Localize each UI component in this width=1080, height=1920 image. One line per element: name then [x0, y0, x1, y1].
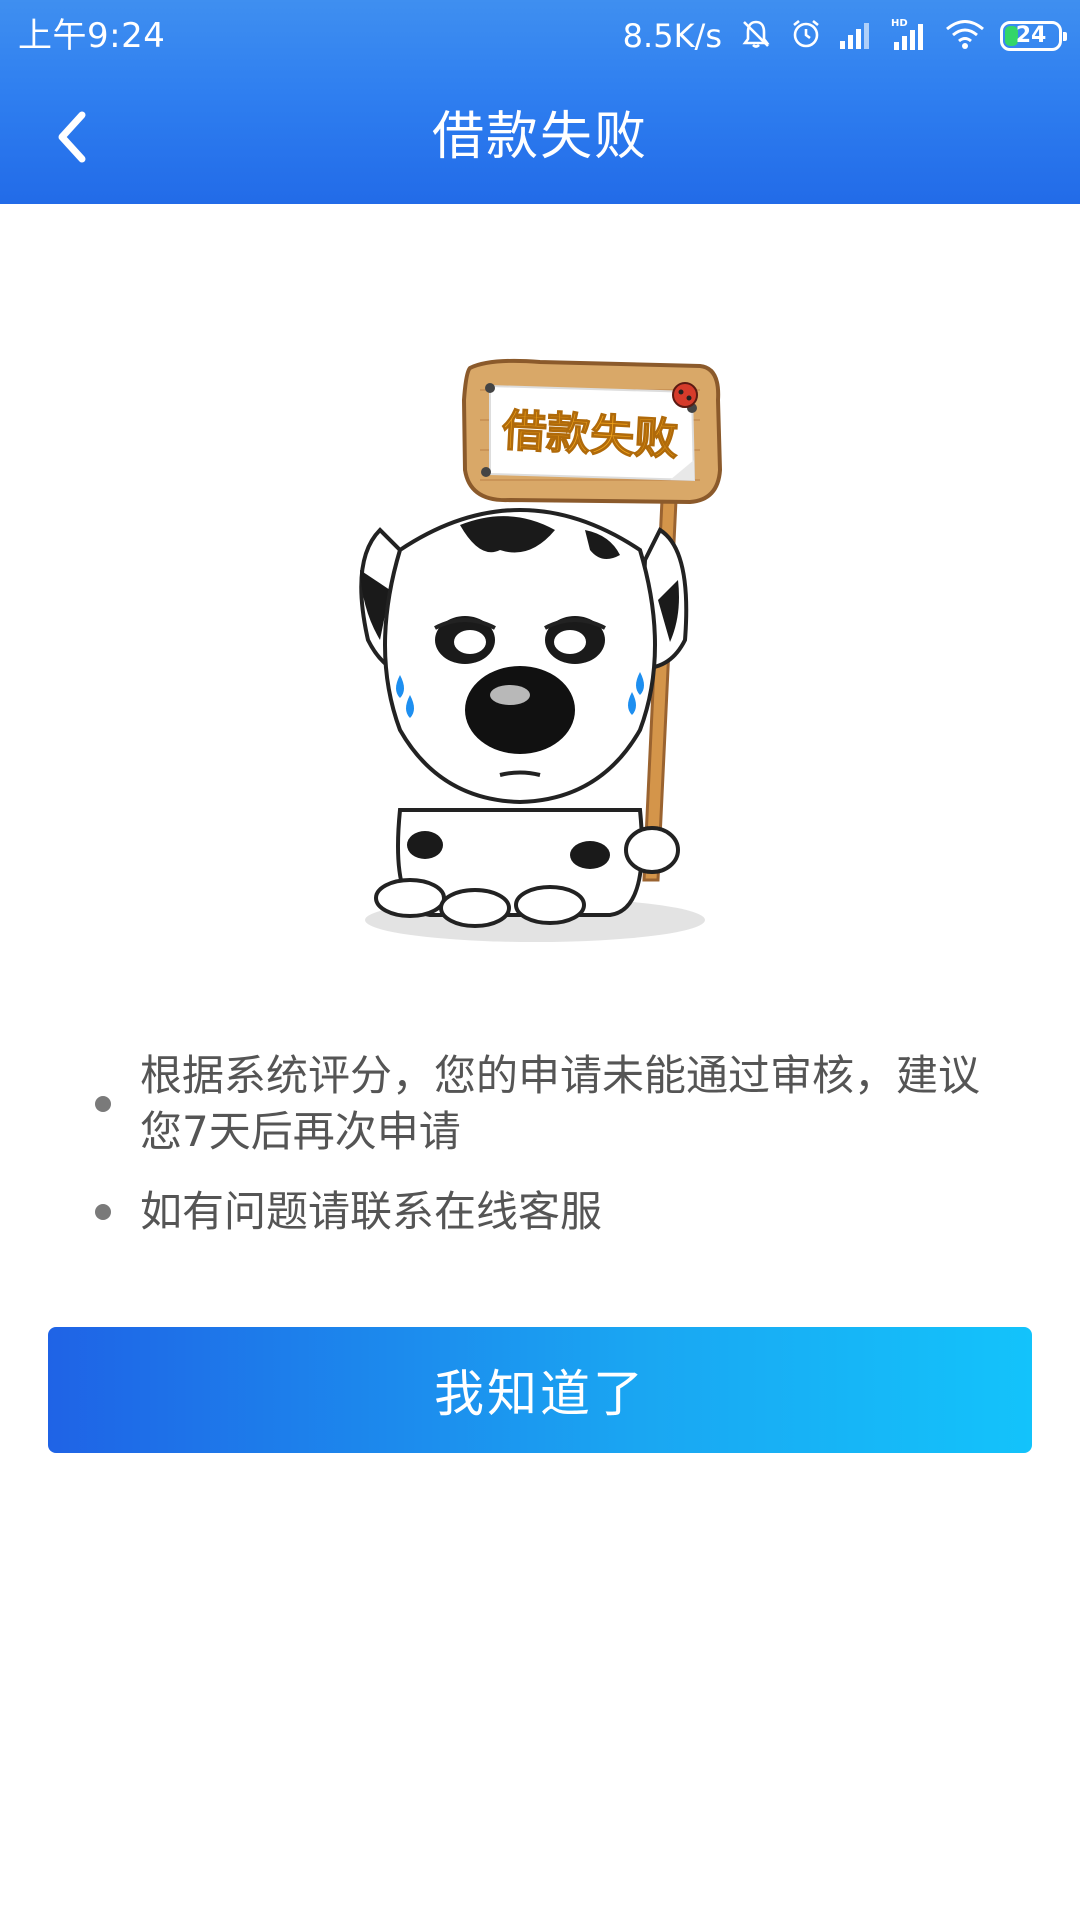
crying-dog-illustration: 借款失败: [340, 350, 840, 950]
dog-head: [359, 508, 689, 805]
hd-signal-icon: HD: [890, 16, 930, 56]
wifi-icon: [944, 17, 986, 55]
page-title: 借款失败: [431, 107, 648, 167]
battery-icon: 24: [1000, 21, 1067, 51]
bullet-icon: [95, 1096, 111, 1112]
confirm-button-label: 我知道了: [434, 1365, 646, 1423]
status-bar: 上午9:24 8.5K/s HD 24: [0, 0, 1080, 74]
status-icons: 8.5K/s HD 24: [622, 14, 1067, 58]
bullet-icon: [95, 1204, 111, 1220]
page: 上午9:24 8.5K/s HD 24 借款失败 借款失败 根据系统评分，您的申…: [0, 0, 1080, 1920]
app-header: 上午9:24 8.5K/s HD 24 借款失败: [0, 0, 1080, 204]
tip-text: 根据系统评分，您的申请未能通过审核，建议您7天后再次申请: [140, 1051, 981, 1156]
sign-board: 借款失败: [461, 358, 723, 505]
tip-item: 如有问题请联系在线客服: [95, 1184, 1015, 1240]
title-bar: 借款失败: [0, 74, 1080, 204]
tip-item: 根据系统评分，您的申请未能通过审核，建议您7天后再次申请: [95, 1048, 1015, 1160]
alarm-icon: [788, 16, 824, 56]
svg-text:HD: HD: [891, 18, 908, 29]
status-time: 上午9:24: [18, 16, 166, 56]
confirm-button[interactable]: 我知道了: [48, 1327, 1032, 1453]
bell-muted-icon: [738, 16, 774, 56]
tips-list: 根据系统评分，您的申请未能通过审核，建议您7天后再次申请 如有问题请联系在线客服: [95, 1048, 1015, 1264]
tip-text: 如有问题请联系在线客服: [140, 1187, 603, 1236]
network-speed: 8.5K/s: [622, 17, 722, 55]
battery-level: 24: [1015, 23, 1047, 48]
signal-icon: [838, 17, 876, 55]
sign-text: 借款失败: [500, 405, 679, 465]
